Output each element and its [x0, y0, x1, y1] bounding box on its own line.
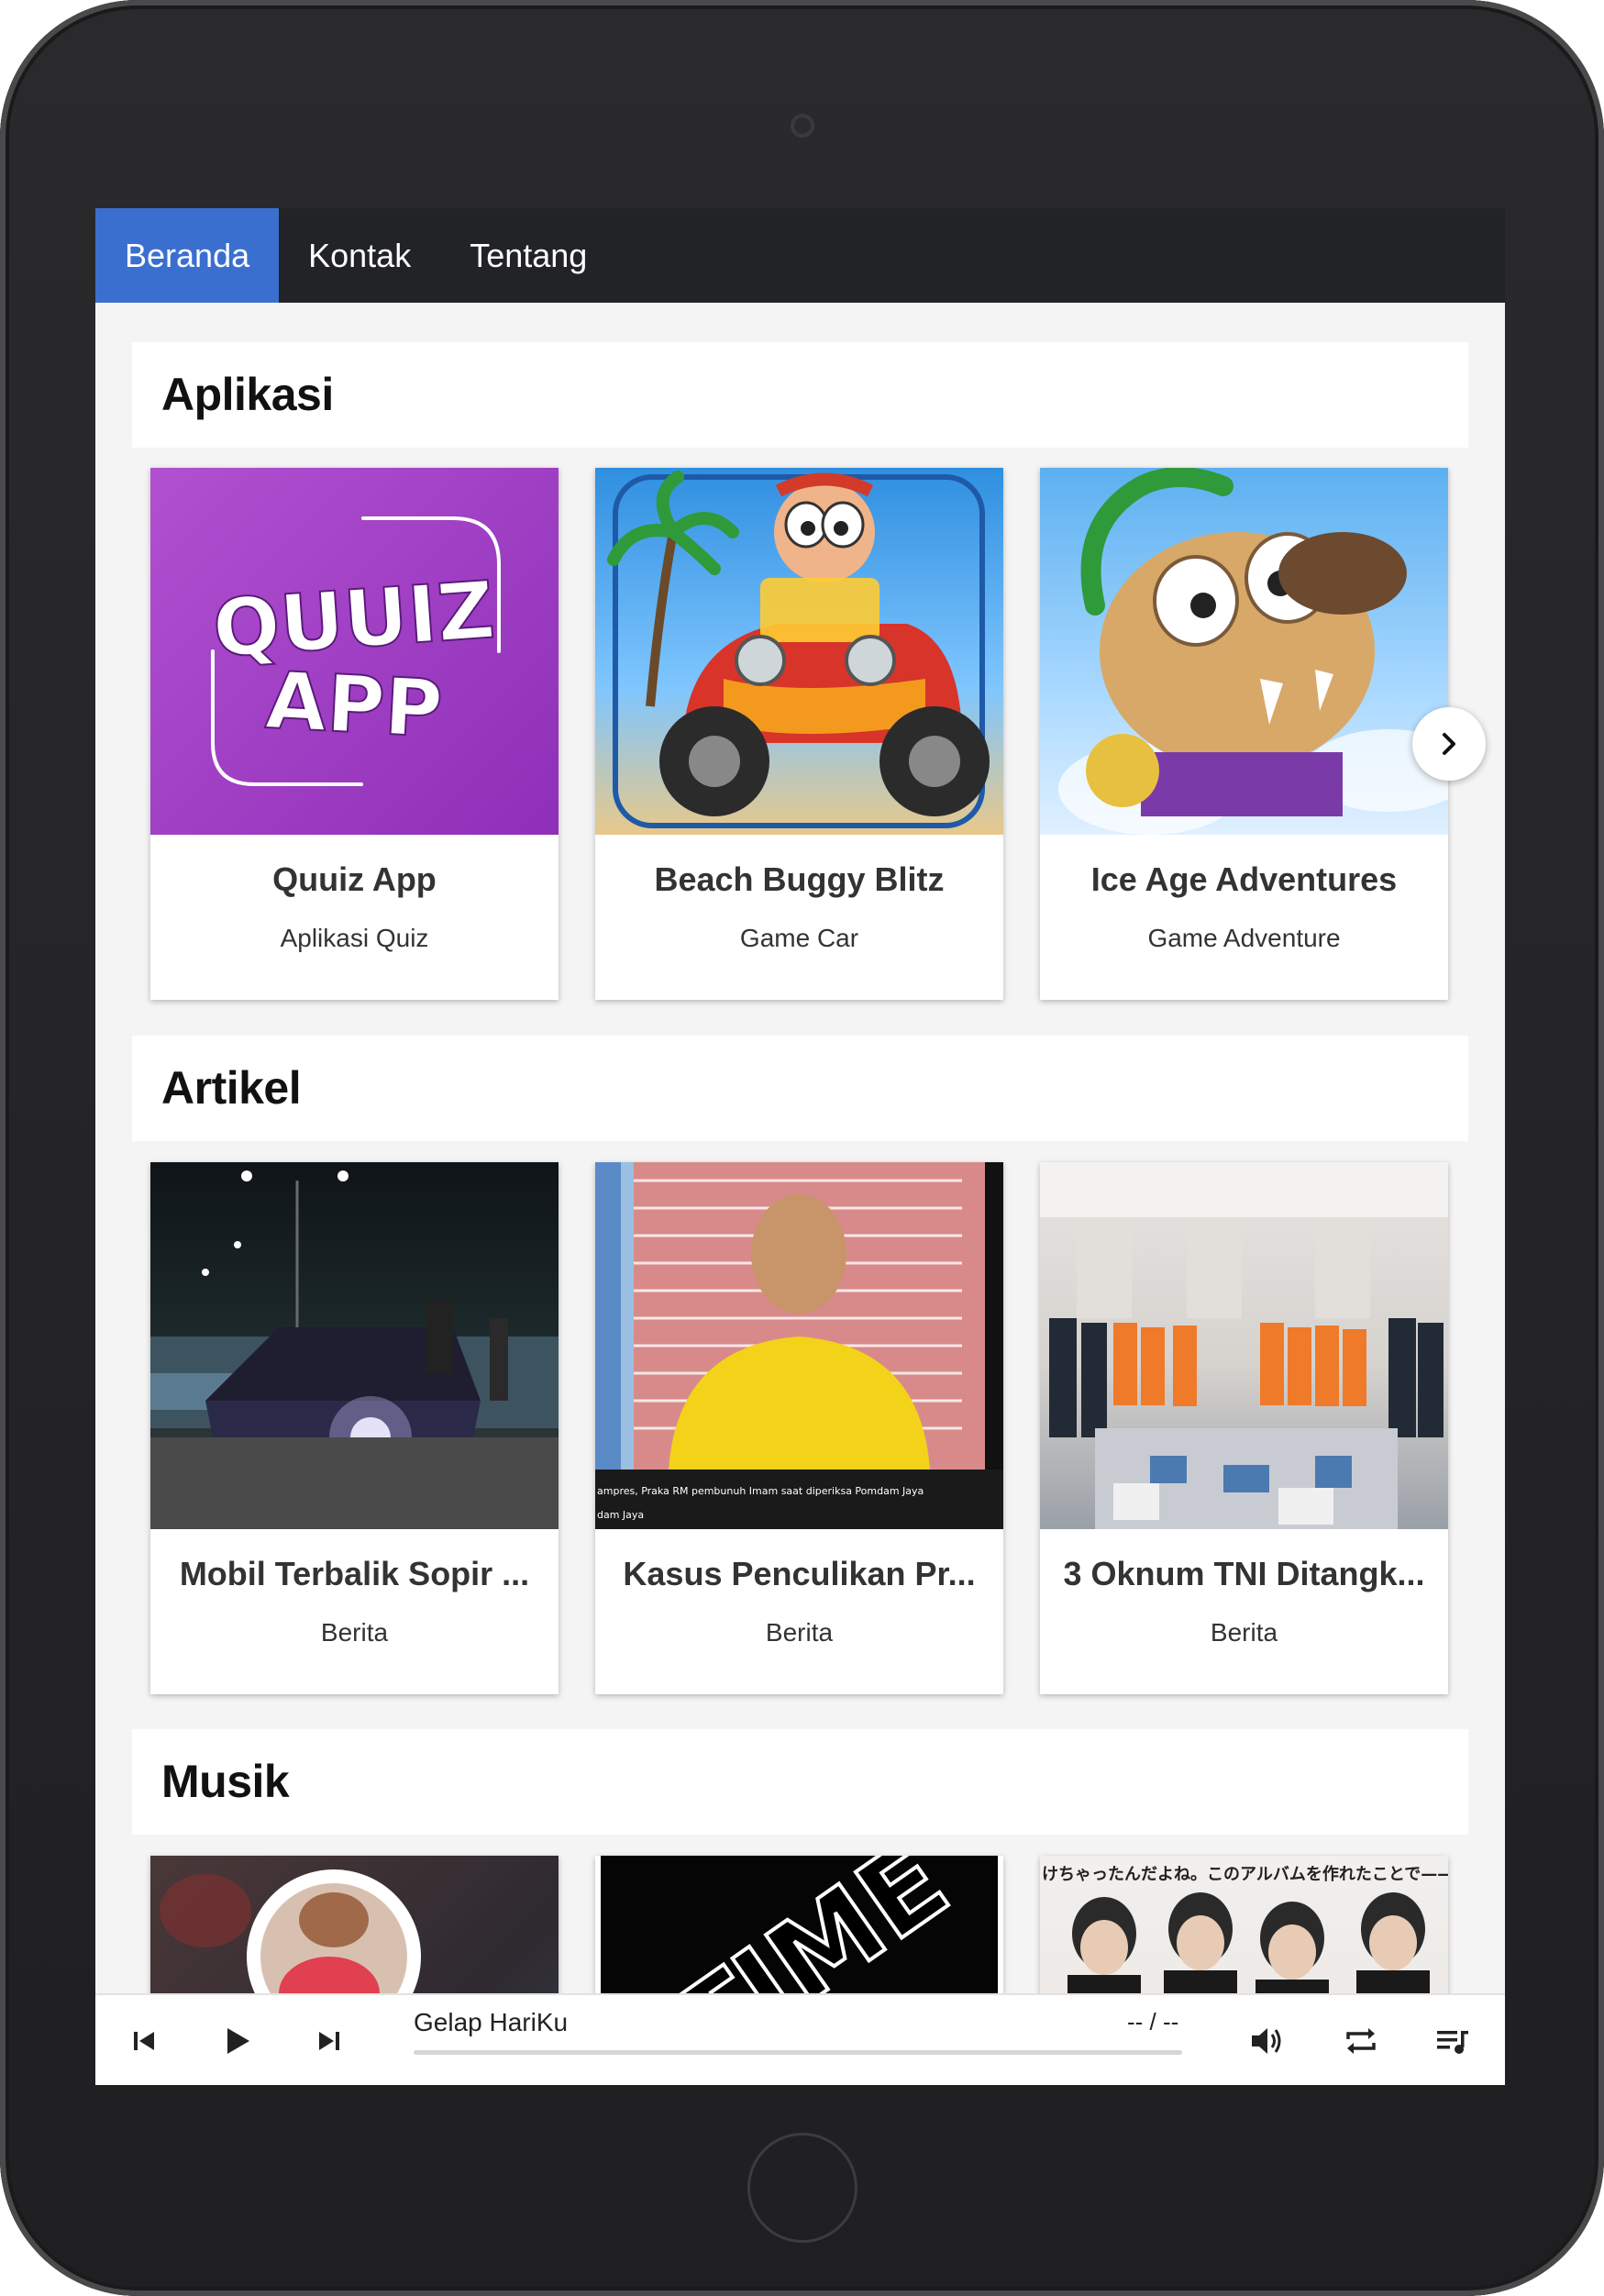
quuiz-logo-line2: APP — [263, 655, 445, 756]
playlist-icon — [1437, 2031, 1468, 2054]
card-title: Ice Age Adventures — [1090, 860, 1398, 898]
section-title-aplikasi: Aplikasi — [132, 342, 1468, 448]
track-title: Gelap HariKu — [414, 2008, 569, 2036]
playlist-button[interactable] — [1430, 2018, 1476, 2064]
card-subtitle: Berita — [320, 1618, 389, 1647]
article-card-oknum-tni[interactable]: 3 Oknum TNI Ditangk... Berita — [1040, 1162, 1448, 1694]
card-title: Beach Buggy Blitz — [654, 860, 945, 898]
article-image-kasus-penculikan: ampres, Praka RM pembunuh Imam saat dipe… — [595, 1162, 1003, 1529]
app-image-quuiz: QUUIZ APP — [150, 468, 559, 835]
screen: Beranda Kontak Tentang Aplikasi QUUIZ AP… — [95, 208, 1505, 2085]
app-card-beach-buggy[interactable]: Beach Buggy Blitz Game Car — [595, 468, 1003, 1000]
card-title: 3 Oknum TNI Ditangk... — [1063, 1555, 1425, 1592]
chevron-right-icon — [1443, 733, 1455, 755]
section-title-artikel: Artikel — [132, 1036, 1468, 1141]
repeat-icon — [1346, 2028, 1376, 2054]
play-button[interactable] — [215, 2018, 260, 2064]
tablet-frame: Beranda Kontak Tentang Aplikasi QUUIZ AP… — [0, 0, 1604, 2296]
previous-track-button[interactable] — [121, 2018, 167, 2064]
skip-next-icon — [319, 2032, 339, 2050]
music-player-bar: Gelap HariKu -- / -- — [95, 1993, 1505, 2085]
nav-item-beranda[interactable]: Beranda — [95, 208, 280, 303]
article-image-mobil-terbalik — [150, 1162, 559, 1529]
album-caption-text: けちゃったんだよね。このアルバムを作れたことで—— — [1042, 1864, 1448, 1884]
section-title-musik: Musik — [132, 1729, 1468, 1835]
app-card-ice-age[interactable]: Ice Age Adventures Game Adventure — [1040, 468, 1448, 1000]
skip-previous-icon — [134, 2032, 154, 2050]
nav-item-tentang[interactable]: Tentang — [440, 208, 616, 303]
article-image-oknum-tni — [1040, 1162, 1448, 1529]
card-title: Quuiz App — [272, 860, 437, 898]
next-track-button[interactable] — [306, 2018, 352, 2064]
progress-bar[interactable] — [414, 2050, 1182, 2055]
card-subtitle: Berita — [765, 1618, 834, 1647]
camera-icon — [791, 114, 814, 138]
repeat-button[interactable] — [1338, 2018, 1384, 2064]
nav-item-kontak[interactable]: Kontak — [279, 208, 440, 303]
card-subtitle: Aplikasi Quiz — [280, 924, 429, 952]
app-image-ice-age — [1040, 468, 1448, 835]
volume-button[interactable] — [1244, 2018, 1290, 2064]
track-time: -- / -- — [1127, 2008, 1179, 2035]
article-card-kasus-penculikan[interactable]: ampres, Praka RM pembunuh Imam saat dipe… — [595, 1162, 1003, 1694]
carousel-next-button[interactable] — [1412, 707, 1486, 781]
app-image-beach-buggy — [595, 468, 1003, 835]
volume-icon — [1252, 2028, 1281, 2054]
card-subtitle: Game Adventure — [1147, 924, 1341, 952]
card-subtitle: Game Car — [739, 924, 859, 952]
app-card-quuiz[interactable]: QUUIZ APP Quuiz App Aplikasi Quiz — [150, 468, 559, 1000]
photo-caption-line1: ampres, Praka RM pembunuh Imam saat dipe… — [597, 1485, 924, 1497]
navbar: Beranda Kontak Tentang — [95, 208, 1505, 303]
card-title: Mobil Terbalik Sopir ... — [179, 1555, 530, 1592]
photo-caption-line2: dam Jaya — [597, 1509, 644, 1521]
play-icon — [227, 2028, 249, 2054]
card-title: Kasus Penculikan Pr... — [623, 1555, 976, 1592]
card-subtitle: Berita — [1210, 1618, 1278, 1647]
home-button[interactable] — [747, 2133, 857, 2243]
article-card-mobil-terbalik[interactable]: Mobil Terbalik Sopir ... Berita — [150, 1162, 559, 1694]
